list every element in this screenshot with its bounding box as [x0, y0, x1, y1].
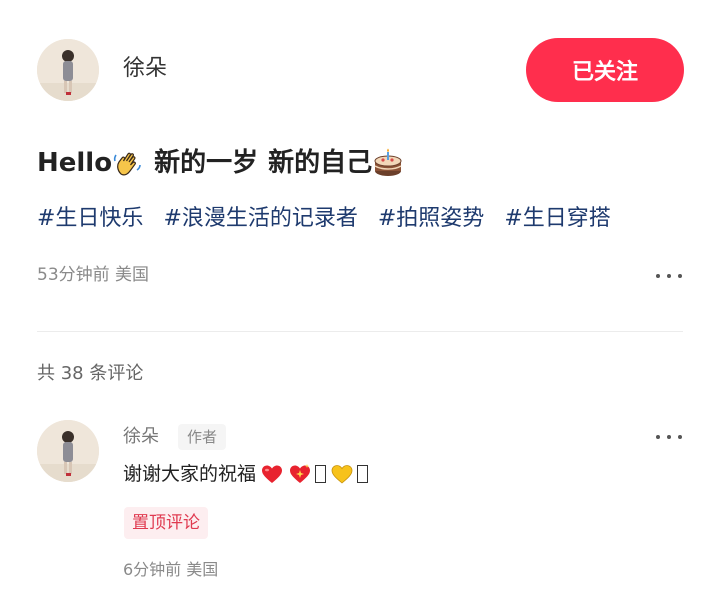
section-divider — [37, 331, 683, 332]
comment-time: 6分钟前 — [123, 560, 182, 579]
hashtag-romantic-life[interactable]: #浪漫生活的记录者 — [163, 206, 357, 231]
comment-body: 谢谢大家的祝福 — [123, 463, 257, 485]
comment-author-name[interactable]: 徐朵 — [123, 424, 159, 450]
hashtag-list: #生日快乐 #浪漫生活的记录者 #拍照姿势 #生日穿搭 — [37, 202, 624, 236]
pinned-comment-tag: 置顶评论 — [124, 507, 208, 539]
missing-glyph-box — [315, 465, 327, 483]
hashtag-birthday-outfit[interactable]: #生日穿搭 — [504, 206, 610, 231]
post-meta: 53分钟前 美国 — [37, 262, 149, 288]
hashtag-photo-pose[interactable]: #拍照姿势 — [378, 206, 484, 231]
waving-hand-icon — [113, 152, 141, 176]
post-detail-page: 徐朵 已关注 Hello 新的一岁 新的自己 #生日快乐 #浪漫生活的记录者 #… — [0, 0, 719, 595]
author-name[interactable]: 徐朵 — [123, 54, 167, 84]
more-dots-icon[interactable] — [656, 269, 682, 283]
title-hello: Hello — [37, 148, 113, 178]
post-time: 53分钟前 — [37, 265, 110, 285]
post-title: Hello 新的一岁 新的自己 — [37, 143, 404, 183]
sparkling-heart-icon — [290, 464, 311, 483]
birthday-cake-icon — [374, 148, 402, 176]
title-new-self: 新的自己 — [268, 148, 373, 178]
comment-meta: 6分钟前 美国 — [123, 558, 218, 582]
yellow-heart-icon — [331, 465, 353, 484]
post-location: 美国 — [115, 265, 150, 285]
follow-button[interactable]: 已关注 — [526, 38, 684, 102]
avatar-photo-icon — [37, 420, 99, 482]
comment-avatar[interactable] — [37, 420, 99, 482]
author-avatar[interactable] — [37, 39, 99, 101]
missing-glyph-box — [357, 465, 369, 483]
author-badge: 作者 — [178, 424, 227, 450]
title-new-age: 新的一岁 — [154, 148, 259, 178]
red-heart-icon — [262, 465, 283, 483]
comment-location: 美国 — [186, 560, 219, 579]
hashtag-birthday[interactable]: #生日快乐 — [37, 206, 143, 231]
avatar-photo-icon — [37, 39, 99, 101]
comment-count: 共 38 条评论 — [37, 363, 144, 384]
more-dots-icon[interactable] — [656, 430, 682, 444]
comment-text: 谢谢大家的祝福 — [123, 460, 369, 488]
